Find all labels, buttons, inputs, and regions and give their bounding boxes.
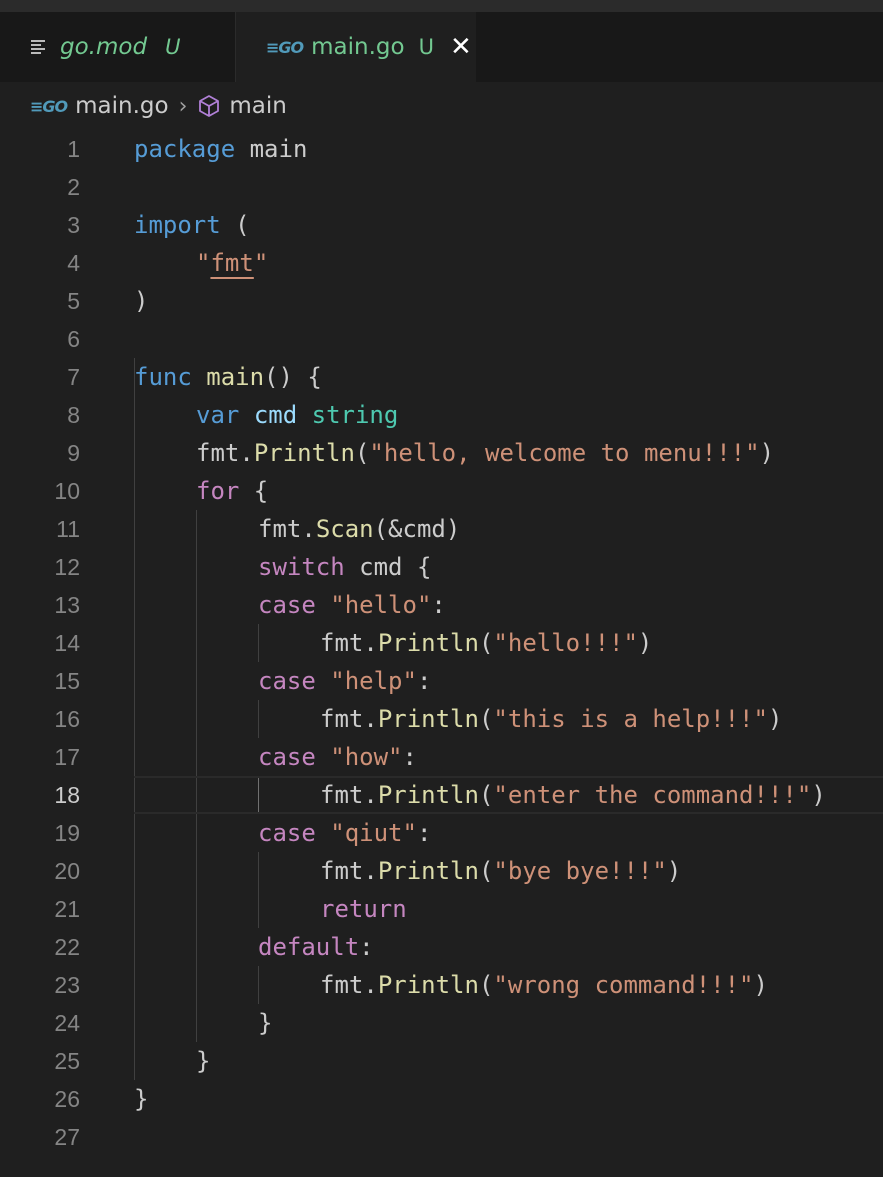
code-line[interactable]: 4 "fmt" bbox=[0, 244, 883, 282]
line-number: 20 bbox=[54, 857, 80, 884]
code-text: default: bbox=[258, 933, 374, 961]
code-text: fmt.Println("bye bye!!!") bbox=[320, 857, 682, 885]
code-line-current[interactable]: 18 fmt.Println("enter the command!!!") bbox=[0, 776, 883, 814]
code-line[interactable]: 9 fmt.Println("hello, welcome to menu!!!"… bbox=[0, 434, 883, 472]
line-number: 14 bbox=[54, 629, 80, 656]
go-icon: ≡GO bbox=[266, 37, 304, 57]
line-number: 2 bbox=[67, 173, 80, 200]
code-text: } bbox=[258, 1009, 273, 1037]
code-line[interactable]: 13 case "hello": bbox=[0, 586, 883, 624]
line-number: 7 bbox=[67, 363, 80, 390]
line-number: 1 bbox=[67, 135, 80, 162]
code-line[interactable]: 10 for { bbox=[0, 472, 883, 510]
tab-main-go[interactable]: ≡GO main.go U ✕ bbox=[236, 12, 476, 82]
code-text: "fmt" bbox=[196, 249, 269, 277]
lines-icon bbox=[31, 40, 45, 54]
line-number: 16 bbox=[54, 705, 80, 732]
line-number: 27 bbox=[54, 1123, 80, 1150]
code-text: case "hello": bbox=[258, 591, 446, 619]
code-line[interactable]: 19 case "qiut": bbox=[0, 814, 883, 852]
close-icon[interactable]: ✕ bbox=[450, 34, 472, 60]
code-text: import ( bbox=[134, 211, 250, 239]
code-line[interactable]: 16 fmt.Println("this is a help!!!") bbox=[0, 700, 883, 738]
code-line[interactable]: 6 bbox=[0, 320, 883, 358]
code-line[interactable]: 2 bbox=[0, 168, 883, 206]
code-line[interactable]: 23 fmt.Println("wrong command!!!") bbox=[0, 966, 883, 1004]
code-text: var cmd string bbox=[196, 401, 399, 429]
code-text: ) bbox=[134, 287, 149, 315]
code-text: } bbox=[134, 1085, 149, 1113]
code-text: fmt.Println("this is a help!!!") bbox=[320, 705, 783, 733]
code-line[interactable]: 5) bbox=[0, 282, 883, 320]
code-line[interactable]: 27 bbox=[0, 1118, 883, 1156]
code-text: func main() { bbox=[134, 363, 322, 391]
code-text: case "how": bbox=[258, 743, 417, 771]
line-number: 19 bbox=[54, 819, 80, 846]
line-number: 24 bbox=[54, 1009, 80, 1036]
breadcrumb: ≡GO main.go › main bbox=[0, 82, 883, 130]
line-number: 8 bbox=[67, 401, 80, 428]
git-status-badge: U bbox=[418, 35, 434, 59]
line-number: 25 bbox=[54, 1047, 80, 1074]
line-number: 6 bbox=[67, 325, 80, 352]
code-text: fmt.Scan(&cmd) bbox=[258, 515, 461, 543]
line-number: 23 bbox=[54, 971, 80, 998]
code-text: case "qiut": bbox=[258, 819, 432, 847]
line-number: 21 bbox=[54, 895, 80, 922]
code-text: fmt.Println("wrong command!!!") bbox=[320, 971, 768, 999]
line-number: 13 bbox=[54, 591, 80, 618]
code-line[interactable]: 1 package main bbox=[0, 130, 883, 168]
code-text: fmt.Println("enter the command!!!") bbox=[320, 781, 826, 809]
title-bar-strip bbox=[0, 0, 883, 12]
code-line[interactable]: 20 fmt.Println("bye bye!!!") bbox=[0, 852, 883, 890]
tab-filename: main.go bbox=[311, 34, 405, 60]
tab-go-mod[interactable]: go.mod U bbox=[0, 12, 236, 82]
code-line[interactable]: 17 case "how": bbox=[0, 738, 883, 776]
code-text: switch cmd { bbox=[258, 553, 432, 581]
code-text: package main bbox=[134, 135, 308, 163]
go-icon: ≡GO bbox=[30, 96, 68, 116]
code-line[interactable]: 11 fmt.Scan(&cmd) bbox=[0, 510, 883, 548]
line-number: 26 bbox=[54, 1085, 80, 1112]
line-number: 3 bbox=[67, 211, 80, 238]
code-text: return bbox=[320, 895, 407, 923]
code-line[interactable]: 26} bbox=[0, 1080, 883, 1118]
breadcrumb-file[interactable]: main.go bbox=[75, 93, 168, 119]
line-number: 11 bbox=[56, 515, 80, 542]
line-number: 9 bbox=[67, 439, 80, 466]
symbol-cube-icon bbox=[199, 95, 220, 117]
code-line[interactable]: 7 func main() { bbox=[0, 358, 883, 396]
code-text: fmt.Println("hello, welcome to menu!!!") bbox=[196, 439, 775, 467]
line-number: 4 bbox=[67, 249, 80, 276]
code-line[interactable]: 12 switch cmd { bbox=[0, 548, 883, 586]
code-line[interactable]: 22 default: bbox=[0, 928, 883, 966]
code-editor[interactable]: 1 package main 2 3 import ( 4 "fmt" 5) 6 7 f… bbox=[0, 130, 883, 1156]
code-text: for { bbox=[196, 477, 269, 505]
code-line[interactable]: 24} bbox=[0, 1004, 883, 1042]
code-line[interactable]: 8 var cmd string bbox=[0, 396, 883, 434]
code-text: fmt.Println("hello!!!") bbox=[320, 629, 653, 657]
tab-bar: go.mod U ≡GO main.go U ✕ bbox=[0, 12, 883, 82]
git-status-badge: U bbox=[165, 35, 181, 59]
code-line[interactable]: 21 return bbox=[0, 890, 883, 928]
code-line[interactable]: 25} bbox=[0, 1042, 883, 1080]
code-line[interactable]: 3 import ( bbox=[0, 206, 883, 244]
line-number: 12 bbox=[54, 553, 80, 580]
line-number: 22 bbox=[54, 933, 80, 960]
line-number: 5 bbox=[67, 287, 80, 314]
code-line[interactable]: 15 case "help": bbox=[0, 662, 883, 700]
breadcrumb-symbol[interactable]: main bbox=[229, 93, 286, 119]
line-number: 17 bbox=[54, 743, 80, 770]
code-text: } bbox=[196, 1047, 211, 1075]
line-number: 10 bbox=[54, 477, 80, 504]
code-text: case "help": bbox=[258, 667, 432, 695]
chevron-right-icon: › bbox=[178, 93, 188, 119]
line-number: 18 bbox=[54, 781, 80, 808]
line-number: 15 bbox=[54, 667, 80, 694]
code-line[interactable]: 14 fmt.Println("hello!!!") bbox=[0, 624, 883, 662]
tab-filename: go.mod bbox=[60, 34, 148, 60]
